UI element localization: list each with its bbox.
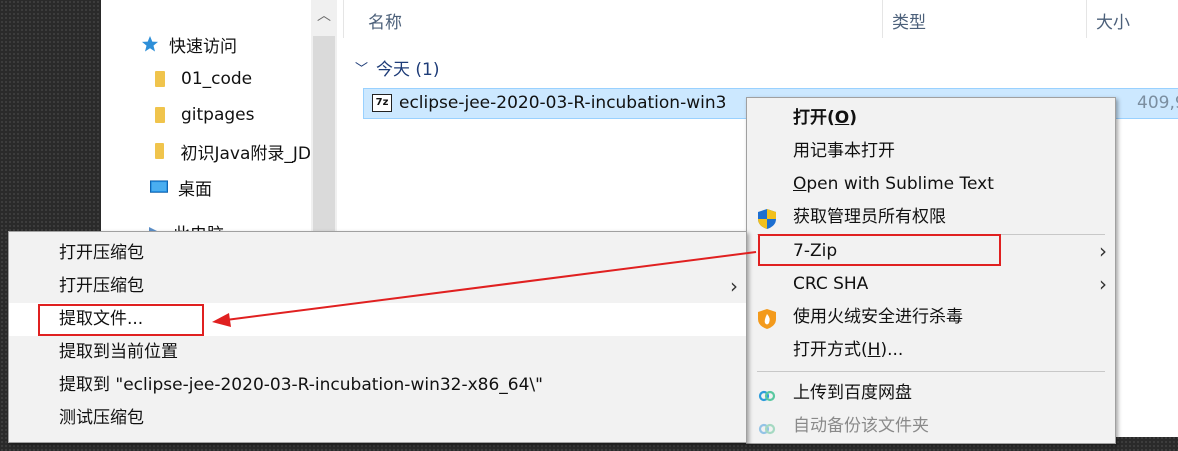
annotation-arrow xyxy=(212,251,757,327)
